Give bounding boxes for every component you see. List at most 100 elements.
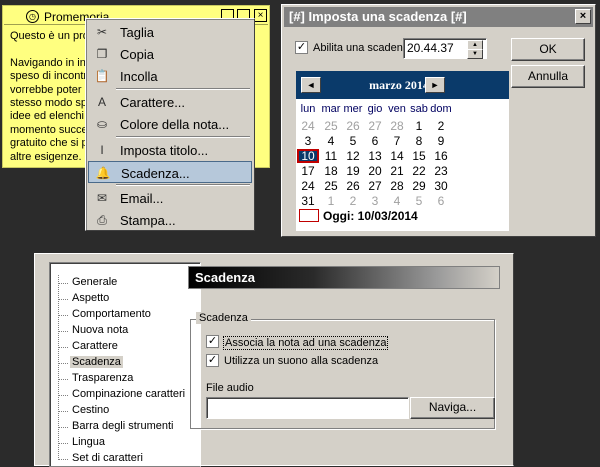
dialog-title-bar[interactable]: [#] Imposta una scadenza [#] ×: [284, 7, 593, 27]
menu-item-label: Incolla: [120, 69, 158, 84]
tree-item-label: Generale: [72, 276, 118, 288]
tree-connector: [58, 395, 68, 396]
calendar-header: ◄ marzo 2014 ►: [296, 71, 509, 99]
tree-connector: [58, 331, 68, 332]
note-line: momento succes: [10, 123, 90, 136]
weekday-header: ven: [388, 103, 406, 115]
calendar-day[interactable]: 26: [342, 119, 364, 133]
cancel-button[interactable]: Annulla: [511, 65, 585, 88]
calendar-day[interactable]: 23: [430, 164, 452, 178]
today-marker: [299, 209, 319, 222]
enable-deadline-checkbox[interactable]: ✓: [295, 41, 308, 54]
calendar-day[interactable]: 29: [408, 179, 430, 193]
next-month-button[interactable]: ►: [425, 77, 445, 93]
tree-item-label: Nuova nota: [72, 324, 129, 336]
menu-item-colore-della-nota[interactable]: ⛀ Colore della nota...: [88, 113, 252, 135]
context-menu: ✂ Taglia ❐ Copia 📋 Incolla A Carattere... ⛀ Color…: [85, 18, 255, 231]
calendar-day[interactable]: 14: [386, 149, 408, 163]
calendar-day[interactable]: 25: [320, 179, 342, 193]
calendar-day[interactable]: 16: [430, 149, 452, 163]
calendar-day[interactable]: 20: [364, 164, 386, 178]
browse-button[interactable]: Naviga...: [410, 397, 495, 419]
calendar-day[interactable]: 8: [408, 134, 430, 148]
note-line: stesso modo spe: [10, 96, 90, 109]
calendar-day[interactable]: 4: [386, 194, 408, 208]
menu-item-stampa[interactable]: ⎙ Stampa...: [88, 209, 252, 231]
menu-item-email[interactable]: ✉ Email...: [88, 187, 252, 209]
ok-button[interactable]: OK: [511, 38, 585, 61]
note-text[interactable]: Questo è un pro Navigando in int speso di …: [10, 30, 90, 164]
tree-connector: [58, 283, 68, 284]
associate-deadline-checkbox[interactable]: ✓: [206, 335, 219, 348]
tree-connector: [58, 379, 68, 380]
tree-connector: [58, 459, 68, 460]
deadline-dialog: [#] Imposta una scadenza [#] × ✓ Abilita…: [281, 4, 596, 237]
note-line: Questo è un pro: [10, 30, 89, 42]
enable-deadline-label: Abilita una scaden: [313, 42, 403, 54]
menu-item-incolla[interactable]: 📋 Incolla: [88, 65, 252, 87]
calendar-day[interactable]: 4: [320, 134, 342, 148]
calendar-day[interactable]: 24: [297, 119, 319, 133]
menu-item-label: Carattere...: [120, 95, 186, 110]
menu-item-copia[interactable]: ❐ Copia: [88, 43, 252, 65]
section-title: Scadenza: [195, 270, 255, 285]
calendar-day[interactable]: 21: [386, 164, 408, 178]
calendar-day[interactable]: 26: [342, 179, 364, 193]
calendar-day[interactable]: 25: [320, 119, 342, 133]
calendar-day[interactable]: 1: [320, 194, 342, 208]
calendar-day[interactable]: 9: [430, 134, 452, 148]
calendar-day[interactable]: 30: [430, 179, 452, 193]
paste-icon: 📋: [94, 69, 110, 83]
calendar-day[interactable]: 27: [364, 119, 386, 133]
calendar-day[interactable]: 31: [297, 194, 319, 208]
sound-label[interactable]: Utilizza un suono alla scadenza: [224, 355, 378, 367]
calendar-day[interactable]: 22: [408, 164, 430, 178]
calendar-day[interactable]: 7: [386, 134, 408, 148]
weekday-header: sab: [410, 103, 428, 115]
prev-month-button[interactable]: ◄: [301, 77, 321, 93]
menu-separator: [116, 88, 250, 90]
calendar-day[interactable]: 3: [364, 194, 386, 208]
calendar-day[interactable]: 13: [364, 149, 386, 163]
tree-connector: [58, 411, 68, 412]
calendar-day[interactable]: 28: [386, 119, 408, 133]
clock-icon: ◷: [26, 10, 39, 23]
calendar-day[interactable]: 6: [364, 134, 386, 148]
note-line: [10, 43, 90, 56]
today-link[interactable]: Oggi: 10/03/2014: [323, 209, 418, 223]
calendar-day[interactable]: 12: [342, 149, 364, 163]
calendar-day[interactable]: 24: [297, 179, 319, 193]
menu-item-label: Email...: [120, 191, 164, 206]
calendar-day[interactable]: 5: [408, 194, 430, 208]
calendar-day[interactable]: 3: [297, 134, 319, 148]
note-close-button[interactable]: ×: [254, 9, 267, 22]
calendar-day[interactable]: 6: [430, 194, 452, 208]
calendar-day[interactable]: 2: [342, 194, 364, 208]
dialog-title: [#] Imposta una scadenza [#]: [289, 9, 467, 24]
menu-item-imposta-titolo[interactable]: I Imposta titolo...: [88, 139, 252, 161]
calendar-day[interactable]: 15: [408, 149, 430, 163]
menu-item-label: Stampa...: [120, 213, 176, 228]
calendar-day[interactable]: 27: [364, 179, 386, 193]
calendar-day[interactable]: 19: [342, 164, 364, 178]
menu-item-label: Copia: [120, 47, 154, 62]
menu-item-scadenza[interactable]: 🔔 Scadenza...: [88, 161, 252, 183]
audio-file-input[interactable]: [206, 397, 409, 419]
calendar-day-selected[interactable]: 10: [297, 149, 319, 163]
calendar-day[interactable]: 18: [320, 164, 342, 178]
menu-item-carattere[interactable]: A Carattere...: [88, 91, 252, 113]
associate-deadline-label[interactable]: Associa la nota ad una scadenza: [223, 336, 389, 350]
calendar-day[interactable]: 2: [430, 119, 452, 133]
menu-item-taglia[interactable]: ✂ Taglia: [88, 21, 252, 43]
calendar-day[interactable]: 1: [408, 119, 430, 133]
scissors-icon: ✂: [96, 25, 108, 39]
time-down-button[interactable]: ▼: [467, 49, 483, 59]
audio-file-label: File audio: [206, 382, 254, 394]
sound-checkbox[interactable]: ✓: [206, 354, 219, 367]
calendar-day[interactable]: 17: [297, 164, 319, 178]
calendar-day[interactable]: 11: [320, 149, 342, 163]
calendar-day[interactable]: 5: [342, 134, 364, 148]
calendar-day[interactable]: 28: [386, 179, 408, 193]
close-icon[interactable]: ×: [575, 9, 591, 24]
calendar: ◄ marzo 2014 ► Oggi: 10/03/2014 lun mar me…: [296, 71, 509, 231]
